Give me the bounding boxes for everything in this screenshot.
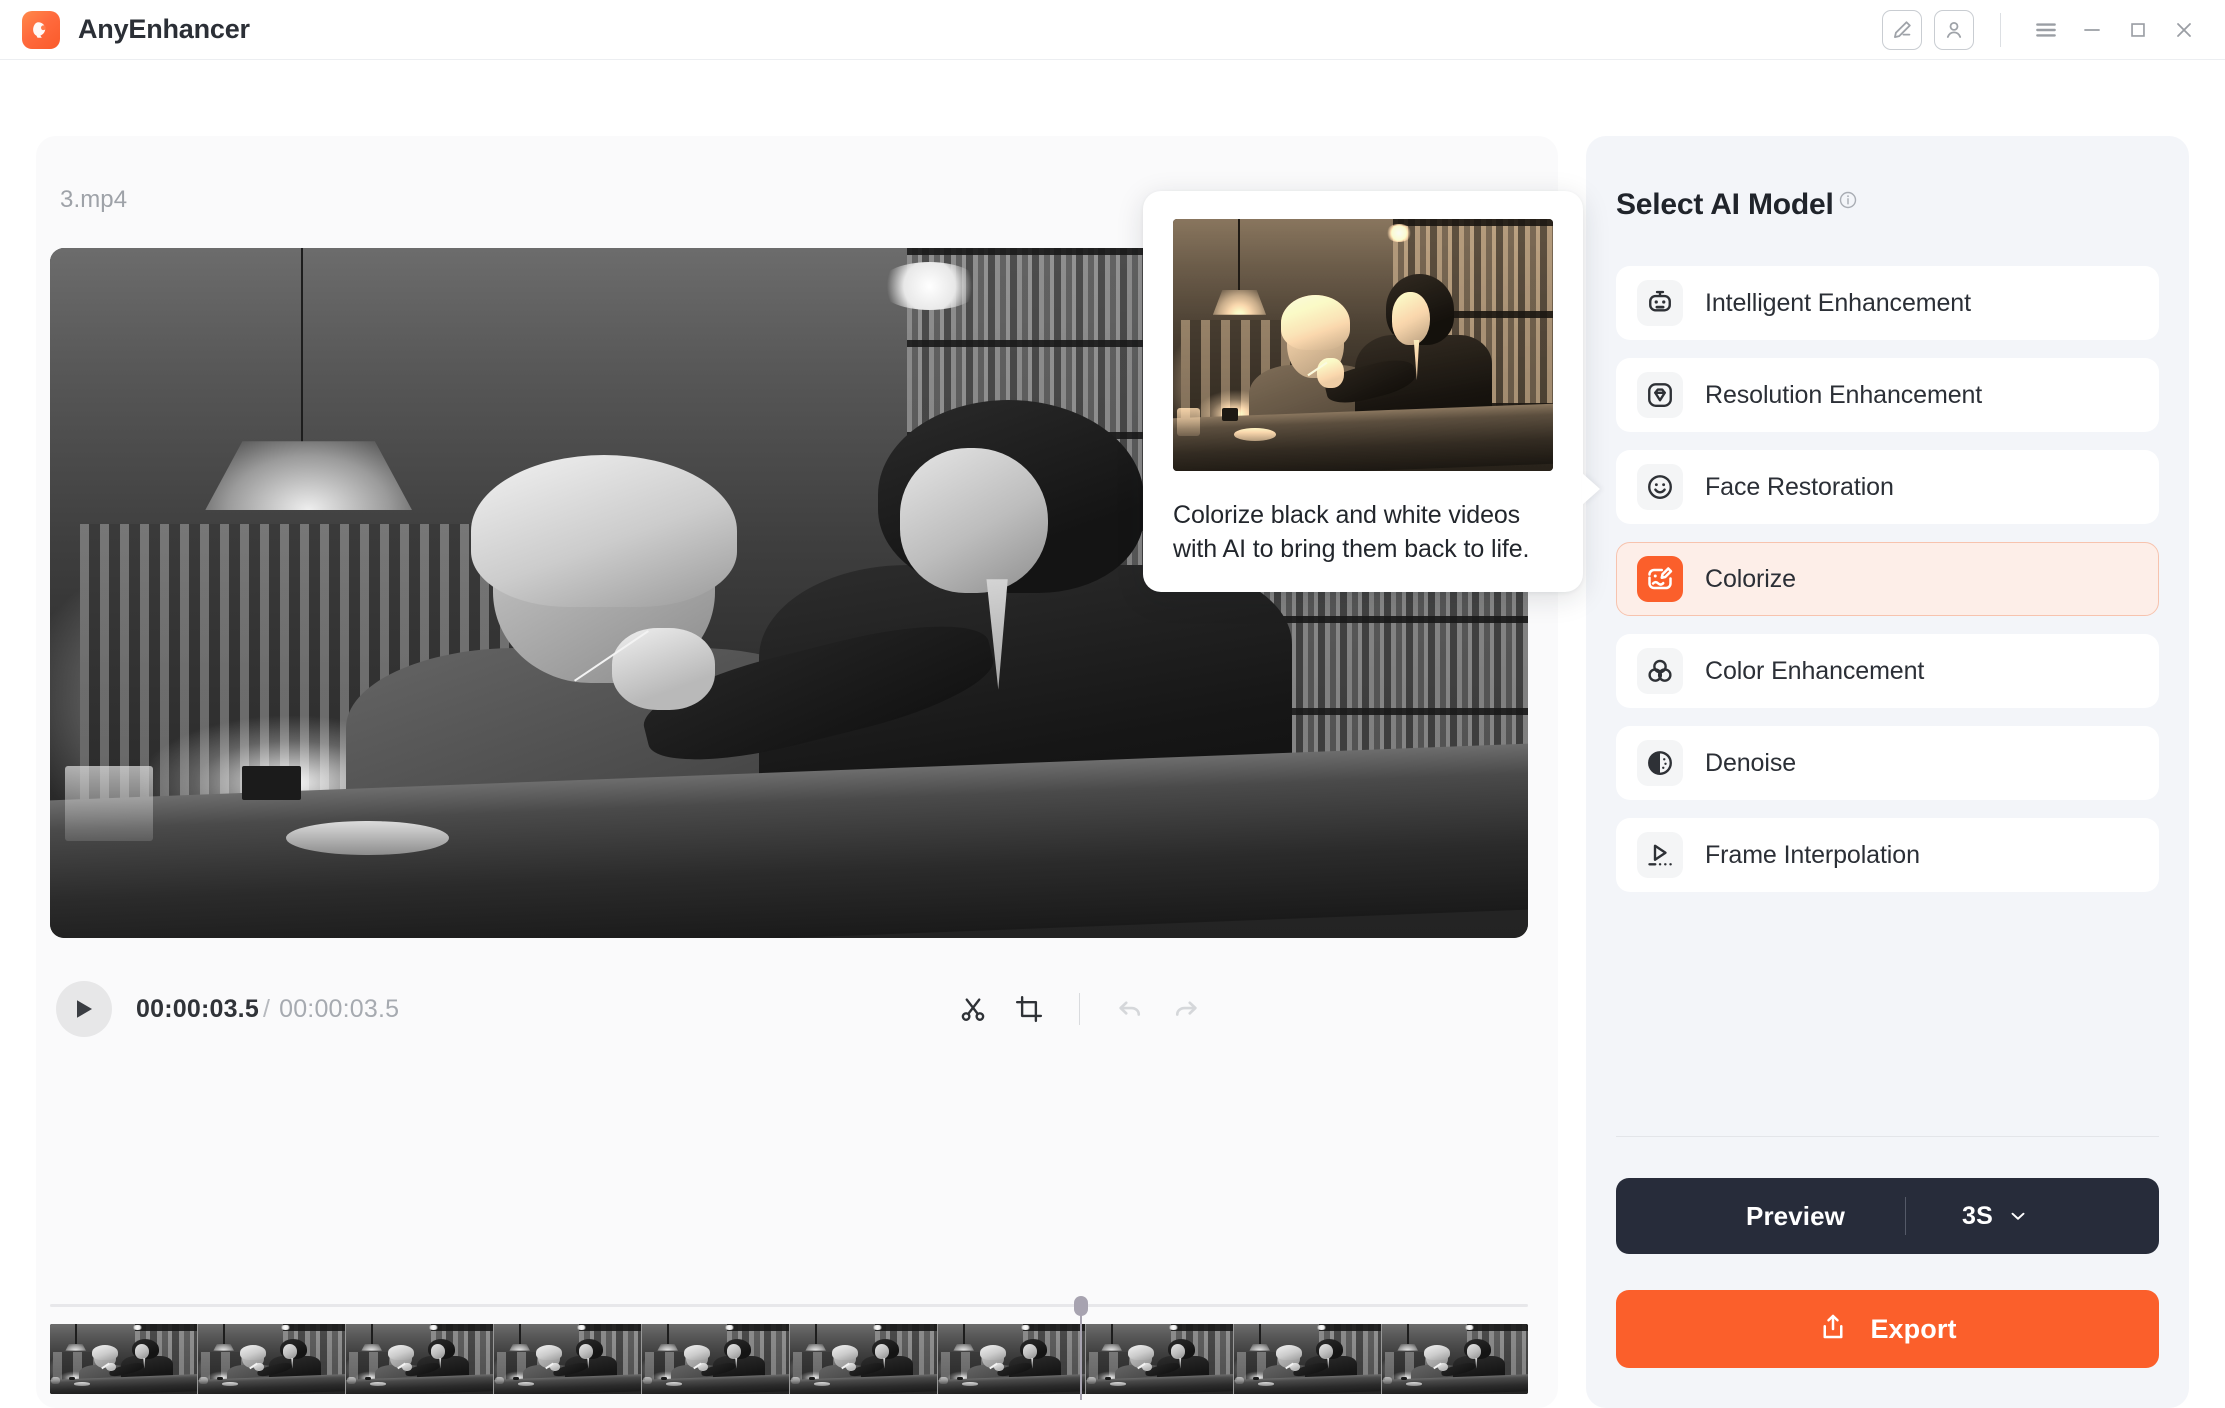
model-item-frame-interpolation[interactable]: Frame Interpolation bbox=[1616, 818, 2159, 892]
panel-header: Select AI Model bbox=[1616, 188, 1858, 222]
pencil-edit-icon[interactable] bbox=[1882, 9, 1922, 50]
smiley-face-icon bbox=[1637, 464, 1683, 510]
editor-tool-group bbox=[945, 981, 1522, 1037]
model-item-label: Resolution Enhancement bbox=[1705, 380, 1983, 409]
time-separator: / bbox=[262, 994, 271, 1023]
tool-divider bbox=[1079, 993, 1080, 1025]
model-tooltip-card: Colorize black and white videos with AI … bbox=[1143, 191, 1600, 592]
timeline-frame-image bbox=[494, 1324, 641, 1394]
export-upload-icon bbox=[1818, 1312, 1848, 1347]
timeline-frame[interactable] bbox=[494, 1324, 642, 1394]
model-item-label: Face Restoration bbox=[1705, 472, 1894, 501]
robot-icon bbox=[1637, 280, 1683, 326]
colorized-preview-thumbnail bbox=[1173, 219, 1553, 471]
undo-arrow-icon[interactable] bbox=[1102, 981, 1158, 1037]
crop-icon[interactable] bbox=[1001, 981, 1057, 1037]
preview-button-label: Preview bbox=[1746, 1200, 1845, 1231]
minimize-icon[interactable] bbox=[2069, 8, 2115, 52]
preview-button[interactable]: Preview 3S bbox=[1616, 1178, 2159, 1254]
timeline-frame-image bbox=[198, 1324, 345, 1394]
model-item-face-restoration[interactable]: Face Restoration bbox=[1616, 450, 2159, 524]
title-bar: AnyEnhancer bbox=[0, 0, 2225, 60]
info-circle-icon[interactable] bbox=[1838, 190, 1858, 215]
scissors-icon[interactable] bbox=[945, 981, 1001, 1037]
total-time: 00:00:03.5 bbox=[279, 994, 400, 1023]
timeline-frame[interactable] bbox=[1382, 1324, 1528, 1394]
timeline-frame[interactable] bbox=[790, 1324, 938, 1394]
timeline-frame[interactable] bbox=[1234, 1324, 1382, 1394]
play-dashes-icon bbox=[1637, 832, 1683, 878]
panel-title: Select AI Model bbox=[1616, 188, 1834, 221]
timeline-frame-image bbox=[1234, 1324, 1381, 1394]
redo-arrow-icon[interactable] bbox=[1158, 981, 1214, 1037]
timeline-ruler[interactable] bbox=[50, 1304, 1528, 1307]
timeline[interactable] bbox=[50, 1296, 1528, 1400]
model-item-color-enhancement[interactable]: Color Enhancement bbox=[1616, 634, 2159, 708]
panel-divider bbox=[1616, 1136, 2159, 1137]
model-item-colorize[interactable]: Colorize bbox=[1616, 542, 2159, 616]
photo-pencil-icon bbox=[1637, 556, 1683, 602]
timeline-frame-image bbox=[50, 1324, 197, 1394]
timeline-frame[interactable] bbox=[1086, 1324, 1234, 1394]
app-brand: AnyEnhancer bbox=[22, 10, 250, 49]
timeline-frame[interactable] bbox=[938, 1324, 1086, 1394]
export-button[interactable]: Export bbox=[1616, 1290, 2159, 1368]
maximize-icon[interactable] bbox=[2115, 8, 2161, 52]
model-item-label: Denoise bbox=[1705, 748, 1797, 777]
preview-button-divider bbox=[1905, 1197, 1906, 1235]
tooltip-thumbnail-image bbox=[1173, 219, 1553, 471]
model-item-label: Intelligent Enhancement bbox=[1705, 288, 1971, 317]
model-item-label: Frame Interpolation bbox=[1705, 840, 1920, 869]
timeline-frame-image bbox=[1382, 1324, 1528, 1394]
timeline-frame-image bbox=[642, 1324, 789, 1394]
file-name-label: 3.mp4 bbox=[60, 186, 128, 213]
model-item-label: Colorize bbox=[1705, 564, 1796, 593]
player-controls: 00:00:03.5 / 00:00:03.5 bbox=[56, 972, 1522, 1046]
model-item-denoise[interactable]: Denoise bbox=[1616, 726, 2159, 800]
timeline-frame-image bbox=[790, 1324, 937, 1394]
color-circles-icon bbox=[1637, 648, 1683, 694]
model-list: Intelligent Enhancement Resolution Enhanc… bbox=[1616, 266, 2159, 910]
timeline-filmstrip[interactable] bbox=[50, 1324, 1528, 1394]
timeline-frame-image bbox=[346, 1324, 493, 1394]
chevron-down-icon[interactable] bbox=[2007, 1205, 2029, 1227]
timeline-frame[interactable] bbox=[50, 1324, 198, 1394]
timeline-frame-image bbox=[1086, 1324, 1233, 1394]
titlebar-divider bbox=[2000, 12, 2001, 47]
hamburger-menu-icon[interactable] bbox=[2023, 8, 2069, 52]
time-readout: 00:00:03.5 / 00:00:03.5 bbox=[136, 995, 399, 1024]
close-icon[interactable] bbox=[2161, 8, 2207, 52]
play-icon[interactable] bbox=[56, 981, 112, 1037]
model-item-label: Color Enhancement bbox=[1705, 656, 1925, 685]
gem-square-icon bbox=[1637, 372, 1683, 418]
model-item-resolution-enhancement[interactable]: Resolution Enhancement bbox=[1616, 358, 2159, 432]
user-account-icon[interactable] bbox=[1934, 9, 1974, 50]
tooltip-description: Colorize black and white videos with AI … bbox=[1173, 501, 1530, 563]
timeline-frame[interactable] bbox=[642, 1324, 790, 1394]
anyenhancer-logo-icon bbox=[22, 10, 60, 49]
tooltip-arrow bbox=[1582, 473, 1600, 505]
workspace: 3.mp4 00:00:03.5 / 00:00:03.5 Select AI … bbox=[0, 60, 2225, 1408]
timeline-frame[interactable] bbox=[198, 1324, 346, 1394]
timeline-frame-image bbox=[938, 1324, 1085, 1394]
preview-duration-value[interactable]: 3S bbox=[1962, 1202, 1993, 1231]
window-controls bbox=[1870, 8, 2225, 52]
model-item-intelligent-enhancement[interactable]: Intelligent Enhancement bbox=[1616, 266, 2159, 340]
app-title: AnyEnhancer bbox=[78, 14, 250, 44]
export-button-label: Export bbox=[1870, 1313, 1957, 1344]
current-time: 00:00:03.5 bbox=[136, 994, 259, 1023]
half-circle-dots-icon bbox=[1637, 740, 1683, 786]
timeline-frame[interactable] bbox=[346, 1324, 494, 1394]
ai-model-panel: Select AI Model Intelligent Enhancement R… bbox=[1586, 136, 2189, 1408]
